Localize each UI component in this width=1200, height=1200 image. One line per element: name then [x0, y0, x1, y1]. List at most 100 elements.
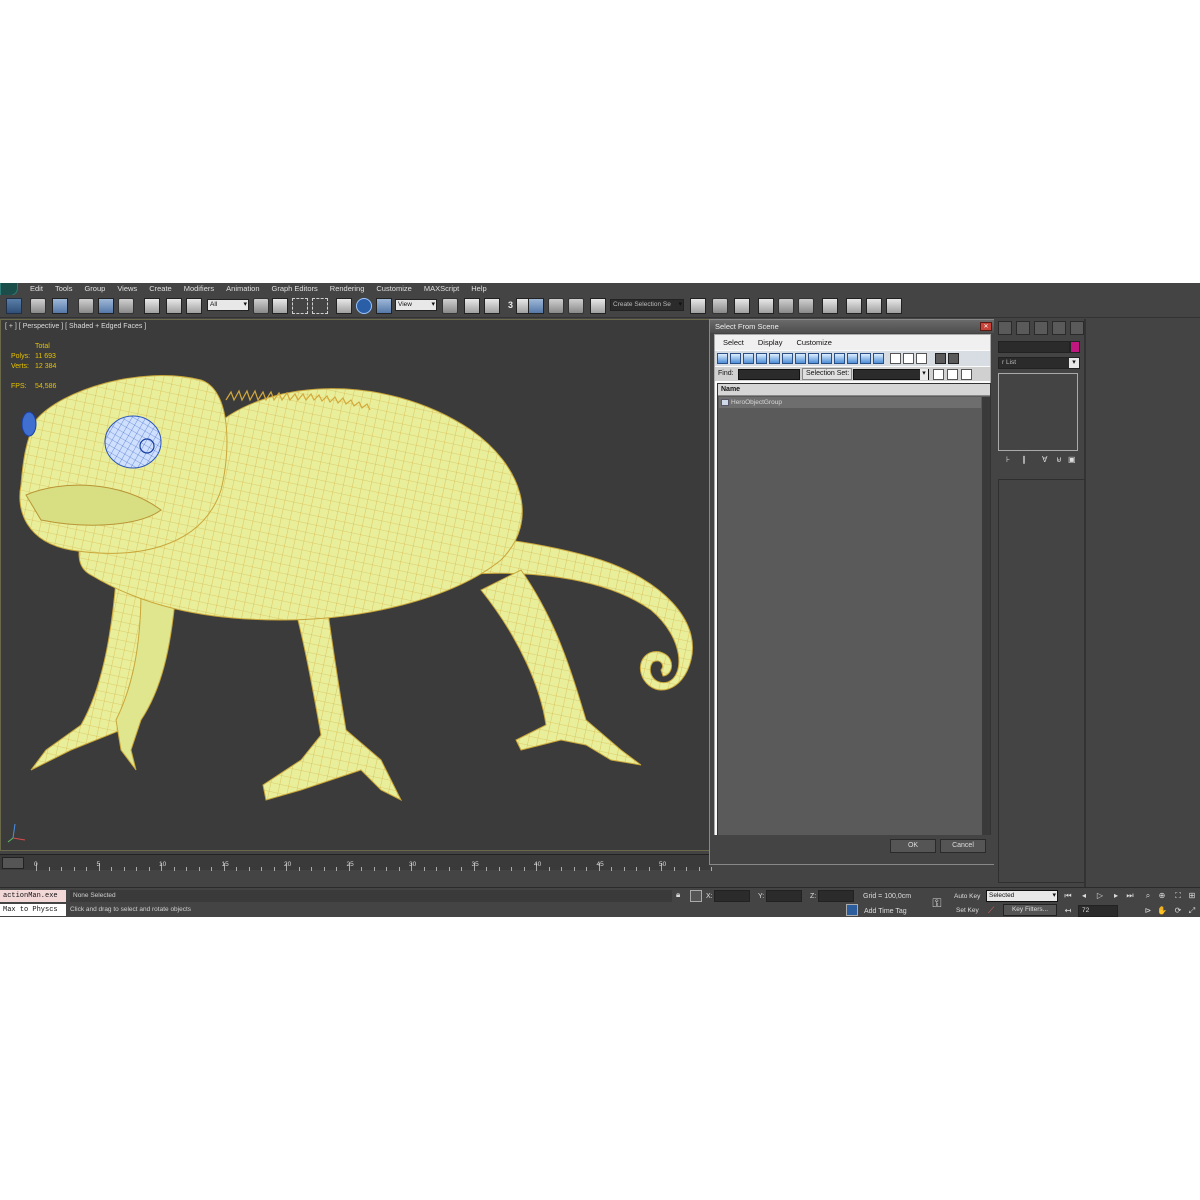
- select-none-icon[interactable]: [903, 353, 914, 364]
- tab-hierarchy[interactable]: [1034, 321, 1048, 335]
- snap-toggle-label[interactable]: 3: [508, 300, 513, 310]
- maxscript-listener-output[interactable]: actionMan.exe: [0, 890, 66, 902]
- maxscript-listener-input[interactable]: Max to Physcs: [0, 904, 66, 916]
- graphite-ribbon-icon[interactable]: [758, 298, 774, 314]
- play-icon[interactable]: ▷: [1094, 890, 1106, 902]
- reference-coord-dropdown[interactable]: View: [395, 299, 437, 311]
- angle-snap-icon[interactable]: [528, 298, 544, 314]
- menu-edit[interactable]: Edit: [24, 283, 49, 295]
- display-cameras-icon[interactable]: [756, 353, 767, 364]
- column-name-header[interactable]: Name: [718, 384, 990, 396]
- render-setup-icon[interactable]: [846, 298, 862, 314]
- tab-create[interactable]: [998, 321, 1012, 335]
- menu-help[interactable]: Help: [465, 283, 492, 295]
- zoom-all-icon[interactable]: ⊕: [1156, 890, 1168, 902]
- absolute-mode-icon[interactable]: [690, 890, 702, 902]
- z-coordinate-field[interactable]: [818, 890, 854, 902]
- timeline-ruler[interactable]: 0 5 10 15 20 25 30 35 40 45 50: [30, 855, 712, 871]
- modifier-stack[interactable]: [998, 373, 1078, 451]
- rendered-frame-icon[interactable]: [866, 298, 882, 314]
- dialog-menu-customize[interactable]: Customize: [788, 338, 837, 347]
- display-space-warps-icon[interactable]: [782, 353, 793, 364]
- menu-graph-editors[interactable]: Graph Editors: [266, 283, 324, 295]
- menu-rendering[interactable]: Rendering: [324, 283, 371, 295]
- display-hidden-icon[interactable]: [860, 353, 871, 364]
- link-icon[interactable]: [52, 298, 68, 314]
- dialog-menu-display[interactable]: Display: [750, 338, 789, 347]
- key-mode-dropdown[interactable]: Selected: [986, 890, 1058, 902]
- render-production-icon[interactable]: [886, 298, 902, 314]
- display-geometry-icon[interactable]: [717, 353, 728, 364]
- add-time-tag[interactable]: Add Time Tag: [864, 908, 907, 915]
- previous-frame-icon[interactable]: ◂: [1078, 890, 1090, 902]
- select-all-icon[interactable]: [890, 353, 901, 364]
- lock-cell-editing-icon[interactable]: [947, 369, 958, 380]
- bind-icon[interactable]: [186, 298, 202, 314]
- menu-modifiers[interactable]: Modifiers: [178, 283, 220, 295]
- object-name-field[interactable]: [998, 341, 1070, 353]
- tab-modify[interactable]: [1016, 321, 1030, 335]
- make-unique-icon[interactable]: ∀: [1042, 455, 1047, 464]
- display-shapes-icon[interactable]: [730, 353, 741, 364]
- find-input[interactable]: [738, 369, 800, 380]
- object-color-swatch[interactable]: [1070, 341, 1080, 353]
- display-xrefs-icon[interactable]: [808, 353, 819, 364]
- key-filters-button[interactable]: Key Filters...: [1003, 904, 1057, 916]
- material-editor-icon[interactable]: [822, 298, 838, 314]
- schematic-view-icon[interactable]: [798, 298, 814, 314]
- rectangular-selection-icon[interactable]: [292, 298, 308, 314]
- display-bones-icon[interactable]: [821, 353, 832, 364]
- list-scrollbar[interactable]: [982, 397, 990, 849]
- tab-display[interactable]: [1052, 321, 1066, 335]
- y-coordinate-field[interactable]: [766, 890, 802, 902]
- remove-modifier-icon[interactable]: ⊌: [1056, 455, 1062, 464]
- go-to-start-icon[interactable]: ⏮: [1062, 890, 1074, 902]
- close-icon[interactable]: ✕: [980, 322, 992, 331]
- cancel-button[interactable]: Cancel: [940, 839, 986, 853]
- select-object-icon[interactable]: [253, 298, 269, 314]
- sync-selection-icon[interactable]: [933, 369, 944, 380]
- menu-group[interactable]: Group: [78, 283, 111, 295]
- select-manipulate-icon[interactable]: [464, 298, 480, 314]
- filter-options-icon[interactable]: [948, 353, 959, 364]
- mini-curve-editor-icon[interactable]: [2, 857, 24, 869]
- edit-named-selection-icon[interactable]: [590, 298, 606, 314]
- named-selection-dropdown[interactable]: Create Selection Se: [610, 299, 684, 311]
- display-all-icon[interactable]: [873, 353, 884, 364]
- display-containers-icon[interactable]: [834, 353, 845, 364]
- bind-space-warp-icon[interactable]: [98, 298, 114, 314]
- dialog-titlebar[interactable]: Select From Scene ✕: [710, 320, 995, 333]
- curve-editor-icon[interactable]: [778, 298, 794, 314]
- window-crossing-icon[interactable]: [312, 298, 328, 314]
- current-frame-field[interactable]: 72: [1078, 905, 1118, 917]
- key-mode-toggle-icon[interactable]: ⟋: [988, 905, 994, 916]
- zoom-extents-icon[interactable]: ⛶: [1172, 890, 1184, 902]
- orbit-icon[interactable]: ⟳: [1172, 905, 1184, 917]
- list-item[interactable]: HeroObjectGroup: [719, 397, 981, 408]
- keyboard-shortcut-icon[interactable]: [484, 298, 500, 314]
- display-groups-icon[interactable]: [795, 353, 806, 364]
- menu-customize[interactable]: Customize: [370, 283, 417, 295]
- modifier-list-dropdown[interactable]: r List: [998, 357, 1080, 369]
- lock-selection-icon[interactable]: 🔒︎: [676, 890, 680, 900]
- select-link-icon[interactable]: [144, 298, 160, 314]
- auto-key-button[interactable]: Auto Key: [954, 893, 980, 900]
- select-invert-icon[interactable]: [916, 353, 927, 364]
- menu-animation[interactable]: Animation: [220, 283, 265, 295]
- select-by-name-icon[interactable]: [272, 298, 288, 314]
- ok-button[interactable]: OK: [890, 839, 936, 853]
- move-icon[interactable]: [336, 298, 352, 314]
- collapse-icon[interactable]: [961, 369, 972, 380]
- show-end-result-icon[interactable]: ∥: [1022, 455, 1026, 464]
- selection-set-dropdown[interactable]: [853, 369, 929, 380]
- zoom-icon[interactable]: ⌕: [1142, 890, 1154, 902]
- align-icon[interactable]: [712, 298, 728, 314]
- display-helpers-icon[interactable]: [769, 353, 780, 364]
- percent-snap-icon[interactable]: [548, 298, 564, 314]
- display-lights-icon[interactable]: [743, 353, 754, 364]
- configure-modifier-sets-icon[interactable]: ▣: [1068, 455, 1076, 464]
- menu-maxscript[interactable]: MAXScript: [418, 283, 465, 295]
- undo-icon[interactable]: [6, 298, 22, 314]
- next-frame-icon[interactable]: ▸: [1110, 890, 1122, 902]
- pin-stack-icon[interactable]: ⊦: [1006, 455, 1010, 464]
